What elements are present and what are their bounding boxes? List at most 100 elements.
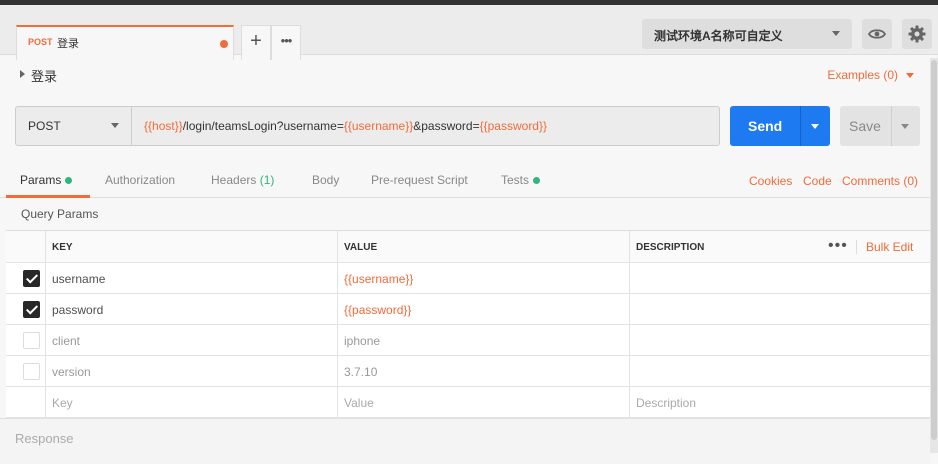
url-variable: {{host}}: [144, 119, 183, 133]
tab-authorization[interactable]: Authorization: [105, 173, 175, 187]
value-cell[interactable]: iphone: [338, 325, 630, 355]
param-value: {{password}}: [344, 303, 412, 317]
save-options-chevron-icon[interactable]: [901, 124, 909, 129]
row-checkbox[interactable]: [23, 363, 40, 380]
param-key: client: [52, 334, 81, 348]
send-options-chevron-icon[interactable]: [811, 124, 819, 129]
key-cell[interactable]: version: [46, 356, 338, 386]
response-section: Response: [0, 418, 930, 464]
param-key: password: [52, 303, 104, 317]
cookies-link[interactable]: Cookies: [749, 174, 792, 188]
header-key: KEY: [46, 231, 338, 262]
headers-count: (1): [259, 173, 275, 187]
key-placeholder: Key: [52, 396, 73, 410]
row-check-cell: [6, 387, 46, 417]
value-cell[interactable]: {{username}}: [338, 263, 630, 293]
table-row: version 3.7.10: [6, 356, 930, 387]
request-tab[interactable]: POST 登录: [16, 25, 234, 60]
description-cell[interactable]: [630, 325, 930, 355]
query-params-label: Query Params: [21, 207, 99, 221]
url-variable: {{password}}: [479, 119, 547, 133]
value-cell[interactable]: {{password}}: [338, 294, 630, 324]
new-value-input[interactable]: Value: [338, 387, 630, 417]
row-check-cell: [6, 356, 46, 386]
tab-body[interactable]: Body: [312, 173, 339, 187]
status-dot-icon: [533, 177, 541, 185]
table-row: client iphone: [6, 325, 930, 356]
send-divider: [800, 106, 801, 146]
new-param-row: Key Value Description: [6, 387, 930, 418]
bulk-edit-link[interactable]: Bulk Edit: [866, 240, 913, 254]
value-placeholder: Value: [344, 396, 374, 410]
tab-params-label: Params: [20, 173, 62, 187]
tab-headers[interactable]: Headers (1): [211, 173, 274, 187]
method-label: POST: [28, 119, 61, 133]
description-cell[interactable]: [630, 263, 930, 293]
param-value: 3.7.10: [344, 365, 378, 379]
header-description-label: DESCRIPTION: [636, 242, 705, 253]
key-cell[interactable]: password: [46, 294, 338, 324]
header-value: VALUE: [338, 231, 630, 262]
tab-tests-label: Tests: [501, 173, 530, 187]
examples-dropdown[interactable]: Examples (0): [827, 68, 914, 82]
comments-link[interactable]: Comments (0): [842, 174, 918, 188]
scrollbar-thumb[interactable]: [931, 60, 937, 440]
tab-tests[interactable]: Tests: [501, 173, 541, 187]
description-cell[interactable]: [630, 294, 930, 324]
param-key: version: [52, 365, 91, 379]
key-cell[interactable]: username: [46, 263, 338, 293]
manage-environments-button[interactable]: [902, 19, 932, 49]
unsaved-dot-icon[interactable]: [220, 40, 228, 48]
chevron-down-icon: [906, 73, 914, 79]
param-value: iphone: [344, 334, 381, 348]
value-cell[interactable]: 3.7.10: [338, 356, 630, 386]
tab-name: 登录: [57, 38, 79, 50]
row-check-cell: [6, 325, 46, 355]
save-button[interactable]: Save: [840, 106, 920, 146]
code-link[interactable]: Code: [803, 174, 832, 188]
row-checkbox[interactable]: [23, 332, 40, 349]
examples-label: Examples (0): [827, 68, 898, 82]
params-table: KEY VALUE DESCRIPTION ••• Bulk Edit user…: [6, 230, 930, 418]
param-key: username: [52, 272, 106, 286]
gear-icon: [908, 25, 926, 43]
response-label: Response: [15, 431, 74, 446]
header-key-label: KEY: [52, 242, 73, 253]
request-title-row: 登录 Examples (0): [0, 56, 930, 92]
save-divider: [891, 106, 892, 146]
scrollbar[interactable]: [930, 58, 938, 453]
request-title[interactable]: 登录: [31, 66, 57, 85]
table-row: username {{username}}: [6, 263, 930, 294]
tab-pre-request-script[interactable]: Pre-request Script: [371, 173, 468, 187]
tab-method: POST: [28, 37, 53, 47]
url-input[interactable]: {{host}}/login/teamsLogin?username={{use…: [144, 119, 547, 133]
new-key-input[interactable]: Key: [46, 387, 338, 417]
url-variable: {{username}}: [343, 119, 414, 133]
new-description-input[interactable]: Description: [630, 387, 930, 417]
tab-headers-label: Headers: [211, 173, 257, 187]
tab-params[interactable]: Params: [20, 173, 73, 187]
key-cell[interactable]: client: [46, 325, 338, 355]
chevron-down-icon: [111, 123, 119, 128]
param-value: {{username}}: [344, 272, 414, 286]
environment-select[interactable]: 测试环境A名称可自定义: [642, 19, 852, 49]
send-button[interactable]: Send: [730, 106, 830, 146]
active-tab-underline: [6, 195, 90, 198]
header-check-cell: [6, 231, 46, 262]
environment-quick-look-button[interactable]: [862, 19, 892, 49]
description-cell[interactable]: [630, 356, 930, 386]
tab-more-button[interactable]: •••: [271, 25, 301, 60]
send-label: Send: [748, 118, 783, 134]
request-tabs: Params Authorization Headers (1) Body Pr…: [0, 162, 930, 198]
expand-caret-icon[interactable]: [20, 70, 25, 78]
method-select[interactable]: POST: [16, 107, 132, 145]
header-value-label: VALUE: [344, 242, 378, 253]
row-checkbox[interactable]: [23, 301, 40, 318]
save-label: Save: [849, 118, 881, 134]
new-tab-button[interactable]: +: [241, 25, 271, 60]
column-options-button[interactable]: •••: [828, 237, 848, 255]
row-checkbox[interactable]: [23, 270, 40, 287]
status-dot-icon: [65, 177, 73, 185]
params-table-header: KEY VALUE DESCRIPTION ••• Bulk Edit: [6, 231, 930, 263]
tab-bar: POST 登录 + ••• 测试环境A名称可自定义: [0, 5, 938, 60]
